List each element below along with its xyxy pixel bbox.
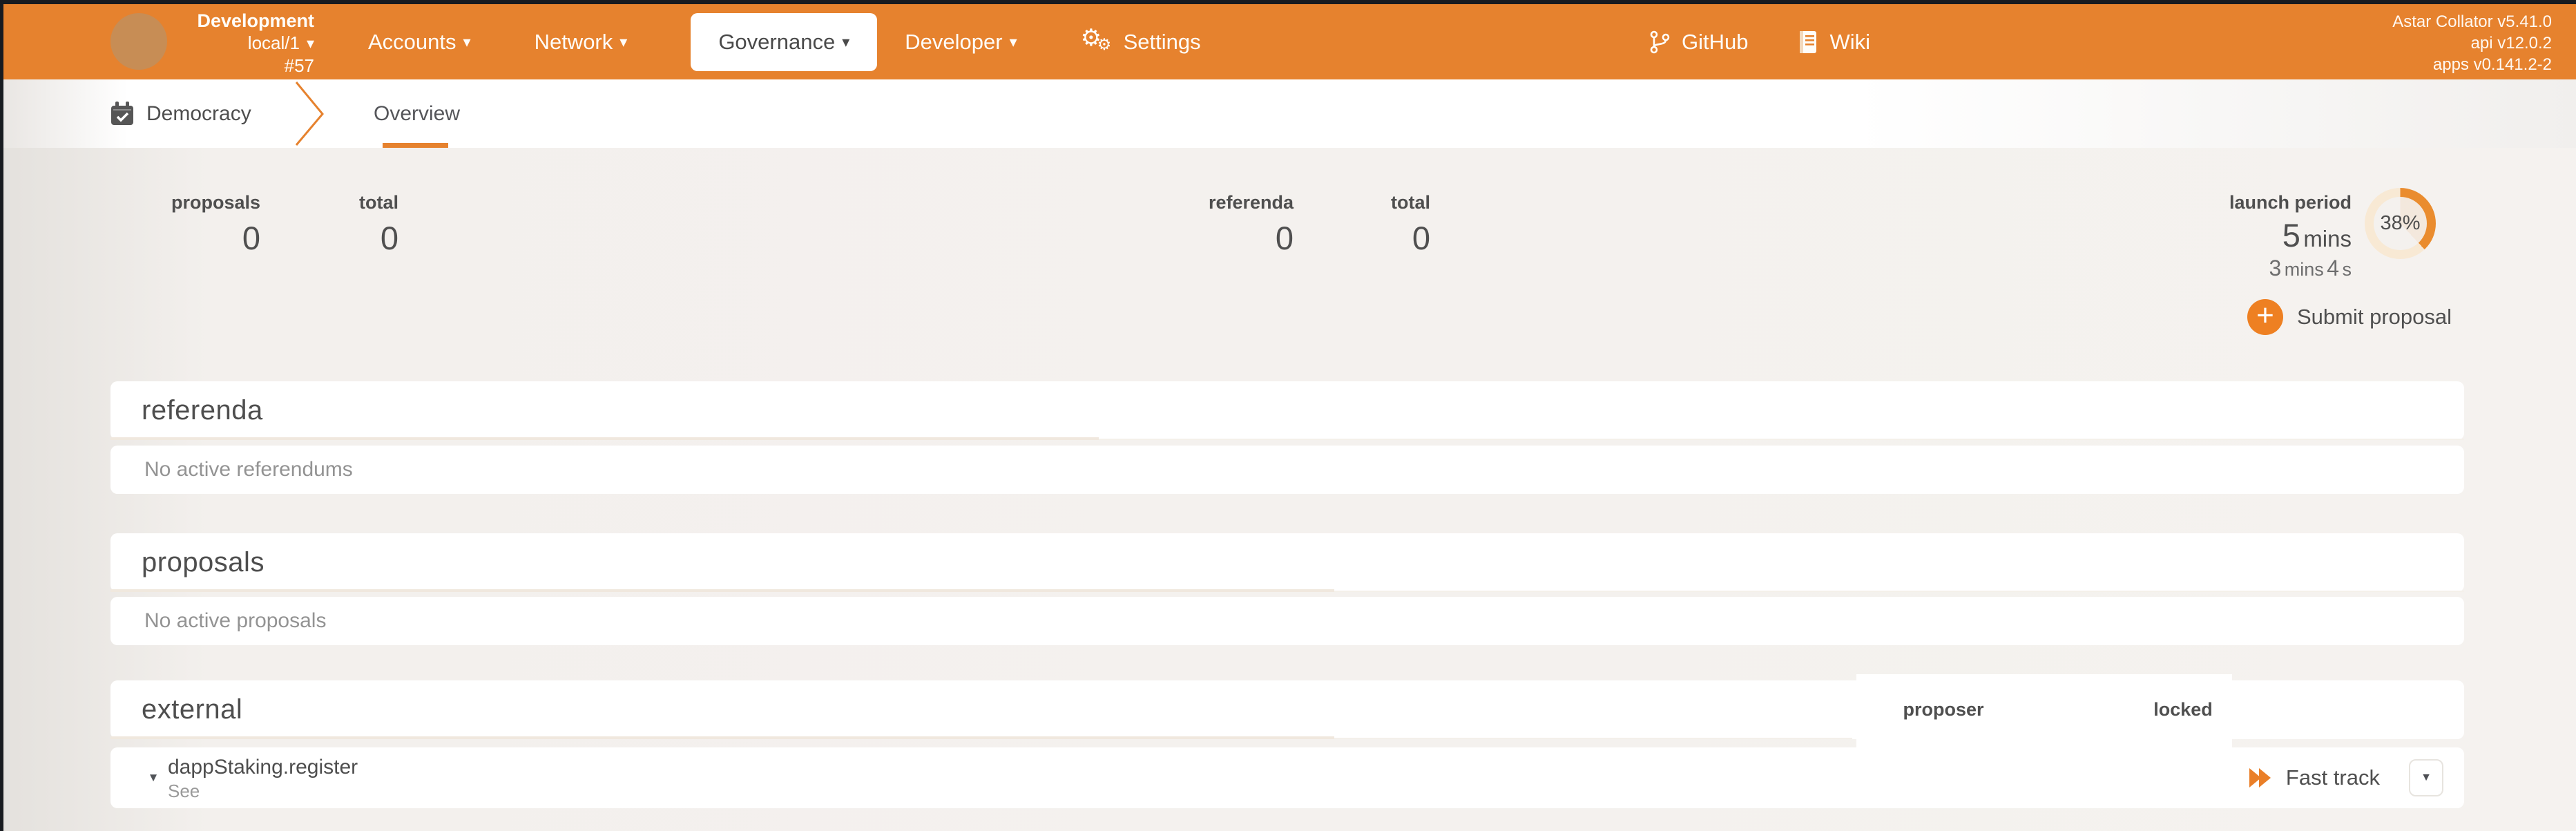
external-title: external: [142, 694, 243, 725]
wiki-link[interactable]: Wiki: [1796, 30, 1870, 55]
breadcrumb-chevron-icon: [295, 82, 324, 146]
chain-endpoint[interactable]: local/1 ▾: [166, 32, 314, 55]
active-tab-indicator: [383, 143, 448, 148]
version-info: Astar Collator v5.41.0 api v12.0.2 apps …: [2392, 11, 2552, 75]
external-method-note: See: [168, 781, 200, 801]
apps-version: apps v0.141.2-2: [2432, 55, 2552, 74]
stat-launch-period: launch period 5 mins 3 mins 4 s: [2229, 192, 2352, 280]
nav-developer[interactable]: Developer ▾: [905, 30, 1017, 55]
chain-selector[interactable]: Development local/1 ▾ #57: [166, 10, 314, 77]
api-version: api v12.0.2: [2470, 34, 2552, 52]
nav-settings[interactable]: ⚙ ⚙ Settings: [1080, 24, 1201, 57]
stat-proposals-total: total 0: [359, 192, 398, 256]
git-branch-icon: [1650, 30, 1670, 53]
tab-bar: Democracy Overview: [3, 79, 2576, 148]
column-header-proposer: proposer: [1903, 699, 1984, 720]
gear-icon: ⚙ ⚙: [1080, 24, 1112, 53]
proposals-title: proposals: [142, 547, 265, 577]
launch-period-elapsed: 3 mins 4 s: [2269, 256, 2352, 280]
chain-logo[interactable]: [110, 13, 167, 70]
launch-period-remaining: 5 mins: [2282, 217, 2352, 254]
stat-proposals: proposals 0: [171, 192, 260, 256]
chain-name: Development: [197, 10, 314, 31]
caret-down-icon: ▾: [1009, 32, 1017, 50]
referenda-empty-row: No active referendums: [110, 446, 2464, 494]
plus-icon: +: [2247, 299, 2283, 335]
fast-track-button[interactable]: Fast track: [2286, 765, 2380, 790]
referenda-title: referenda: [142, 395, 263, 426]
caret-down-icon: ▾: [463, 32, 471, 50]
github-link[interactable]: GitHub: [1647, 30, 1748, 55]
external-links: GitHub Wiki: [1647, 4, 1919, 79]
caret-down-icon: ▾: [306, 35, 314, 52]
stat-referenda: referenda 0: [1208, 192, 1294, 256]
stat-referenda-total: total 0: [1391, 192, 1430, 256]
caret-down-icon: ▾: [842, 32, 850, 50]
breadcrumb-democracy[interactable]: Democracy: [109, 79, 251, 148]
proposals-empty-row: No active proposals: [110, 597, 2464, 645]
caret-down-icon: ▼: [2421, 772, 2432, 783]
launch-period-progress-ring: 38%: [2365, 188, 2436, 259]
external-method: dappStaking.register: [168, 756, 358, 779]
nav-accounts[interactable]: Accounts ▾: [368, 30, 471, 55]
book-icon: [1800, 30, 1817, 53]
nav-governance-active[interactable]: Governance ▾: [691, 12, 878, 71]
caret-down-icon: ▾: [619, 32, 628, 50]
proposals-section-header: proposals: [110, 533, 2464, 592]
column-header-locked: locked: [2153, 699, 2213, 720]
window-top-edge: [0, 0, 2576, 4]
nav-network[interactable]: Network ▾: [535, 30, 628, 55]
best-block-number: #57: [284, 55, 314, 76]
submit-proposal-button[interactable]: + Submit proposal: [2247, 299, 2452, 335]
external-row: ▼ dappStaking.register See Fast track ▼: [110, 747, 2464, 808]
fast-forward-icon: [2249, 768, 2271, 787]
referenda-section-header: referenda: [110, 381, 2464, 440]
row-more-actions-button[interactable]: ▼: [2409, 759, 2443, 796]
tab-overview[interactable]: Overview: [374, 79, 460, 148]
external-section-header: external proposer locked: [110, 680, 2464, 739]
external-row-actions: Fast track ▼: [2249, 747, 2443, 808]
main-nav: Accounts ▾ Network ▾ Governance ▾ Develo…: [368, 4, 1201, 79]
caret-down-icon: ▼: [147, 771, 160, 784]
progress-percent: 38%: [2374, 197, 2427, 250]
app-header: Development local/1 ▾ #57 Accounts ▾ Netw…: [3, 4, 2576, 79]
window-left-edge: [0, 0, 3, 831]
row-expander-caret[interactable]: ▼: [140, 747, 167, 808]
node-version: Astar Collator v5.41.0: [2392, 12, 2552, 31]
breadcrumb-label: Democracy: [146, 102, 251, 125]
calendar-check-icon: [111, 101, 133, 125]
